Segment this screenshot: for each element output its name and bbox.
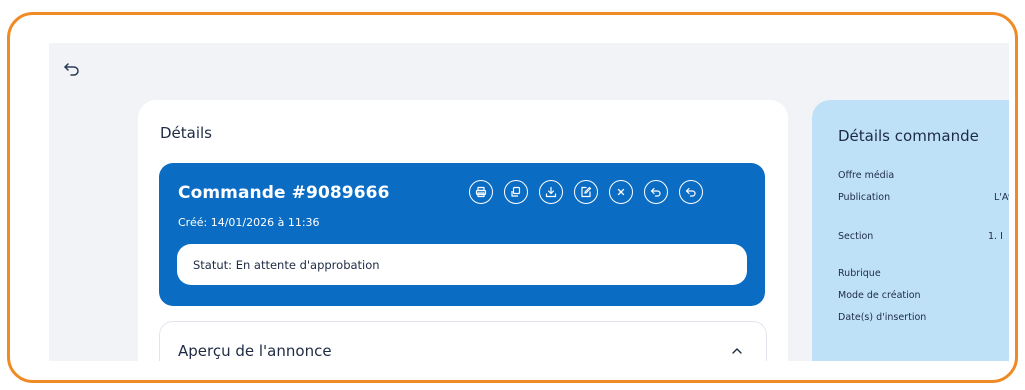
copy-icon — [511, 186, 521, 197]
section-label: Section — [838, 231, 874, 242]
undo-icon — [64, 63, 79, 76]
download-icon — [545, 186, 557, 198]
details-card: Détails Commande #9089666 Créé: 14/01/20… — [138, 100, 788, 361]
media-offer-label: Offre média — [838, 170, 895, 181]
rubric-label: Rubrique — [838, 268, 881, 279]
return-button[interactable] — [679, 180, 703, 204]
screenshot-frame: Détails Commande #9089666 Créé: 14/01/20… — [7, 12, 1018, 383]
back-button[interactable] — [63, 61, 81, 77]
print-icon — [475, 186, 487, 198]
order-details-panel: Détails commande Offre média Publication… — [812, 100, 1009, 361]
undo-icon — [685, 187, 696, 197]
close-icon — [617, 188, 625, 196]
status-badge: Statut: En attente d'approbation — [177, 244, 747, 285]
order-created-date: Créé: 14/01/2026 à 11:36 — [178, 216, 320, 229]
details-title: Détails — [160, 124, 213, 142]
section-value: 1. I — [988, 231, 1003, 242]
revert-button[interactable] — [644, 180, 668, 204]
ad-preview-title: Aperçu de l'annonce — [178, 342, 332, 360]
publication-label: Publication — [838, 192, 891, 203]
order-details-title: Détails commande — [838, 127, 979, 145]
order-actions — [469, 180, 703, 204]
print-button[interactable] — [469, 180, 493, 204]
cancel-order-button[interactable] — [609, 180, 633, 204]
chevron-up-icon[interactable] — [730, 344, 744, 358]
order-title: Commande #9089666 — [178, 183, 390, 203]
ad-preview-section[interactable]: Aperçu de l'annonce — [159, 321, 767, 361]
app-viewport: Détails Commande #9089666 Créé: 14/01/20… — [49, 43, 1009, 361]
insertion-dates-label: Date(s) d'insertion — [838, 312, 927, 323]
edit-icon — [581, 186, 592, 198]
duplicate-button[interactable] — [504, 180, 528, 204]
creation-mode-label: Mode de création — [838, 290, 921, 301]
edit-button[interactable] — [574, 180, 598, 204]
undo-icon — [650, 187, 661, 197]
download-button[interactable] — [539, 180, 563, 204]
order-summary: Commande #9089666 Créé: 14/01/2026 à 11:… — [159, 163, 765, 306]
publication-value: L'Av — [994, 192, 1009, 203]
